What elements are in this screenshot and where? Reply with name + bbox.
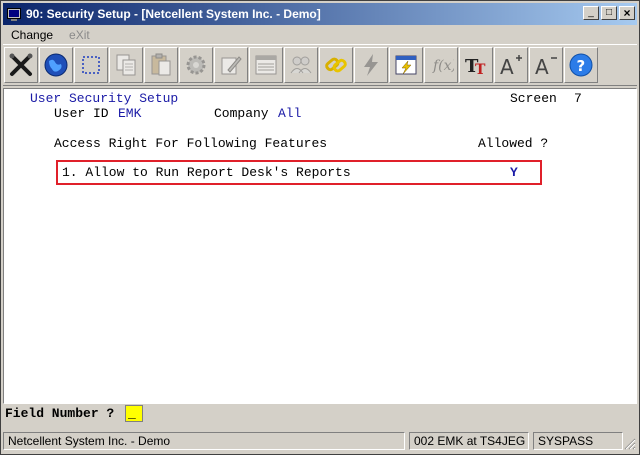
users-tool-button[interactable] <box>284 47 318 83</box>
users-icon <box>290 56 312 74</box>
exit-tool-button[interactable] <box>4 47 38 83</box>
list-tool-button[interactable] <box>249 47 283 83</box>
status-bar: Netcellent System Inc. - Demo 002 EMK at… <box>3 431 637 451</box>
minimize-button[interactable]: _ <box>583 6 599 20</box>
minimize-icon: _ <box>588 7 594 18</box>
font-tool-button[interactable]: TT <box>459 47 493 83</box>
terminal-screen[interactable]: User Security Setup Screen 7 User ID EMK… <box>3 88 637 404</box>
screen-label: Screen <box>510 91 557 106</box>
allowed-header: Allowed ? <box>478 136 549 151</box>
user-id-label: User ID <box>54 106 109 121</box>
svg-text:?: ? <box>577 57 586 75</box>
close-button[interactable]: × <box>619 6 635 20</box>
title-bar[interactable]: 90: Security Setup - [Netcellent System … <box>3 3 637 25</box>
link-tool-button[interactable] <box>319 47 353 83</box>
access-header: Access Right For Following Features <box>54 136 328 151</box>
screen-heading: User Security Setup <box>30 91 179 106</box>
svg-text:A: A <box>500 55 514 78</box>
globe-icon <box>44 53 68 77</box>
lightning-icon <box>364 54 378 76</box>
globe-tool-button[interactable] <box>39 47 73 83</box>
status-session: 002 EMK at TS4JEG <box>409 432 529 450</box>
font-bigger-tool-button[interactable]: A <box>494 47 528 83</box>
user-id-value: EMK <box>118 106 142 121</box>
font-smaller-tool-button[interactable]: A <box>529 47 563 83</box>
company-value: All <box>278 106 302 121</box>
copy-tool-button[interactable] <box>109 47 143 83</box>
app-window: 90: Security Setup - [Netcellent System … <box>0 0 640 455</box>
select-tool-button[interactable] <box>74 47 108 83</box>
svg-text:T: T <box>475 62 486 78</box>
edit-tool-button[interactable] <box>214 47 248 83</box>
function-icon: f(x) <box>432 58 454 74</box>
font-increase-icon: A <box>500 55 522 78</box>
menu-bar: Change eXit <box>3 26 637 44</box>
function-tool-button[interactable]: f(x) <box>424 47 458 83</box>
lightning-tool-button[interactable] <box>354 47 388 83</box>
terminal-app-icon[interactable] <box>6 6 22 22</box>
paste-tool-button[interactable] <box>144 47 178 83</box>
help-tool-button[interactable]: ? <box>564 47 598 83</box>
close-icon: × <box>623 6 631 20</box>
resize-grip-icon[interactable] <box>624 438 636 450</box>
status-company: Netcellent System Inc. - Demo <box>3 432 405 450</box>
svg-text:A: A <box>535 55 549 78</box>
dashed-rect-icon <box>82 56 100 74</box>
menu-exit[interactable]: eXit <box>61 28 98 42</box>
svg-text:f(x): f(x) <box>432 58 454 74</box>
menu-change[interactable]: Change <box>3 28 61 42</box>
window-lightning-icon <box>395 55 417 75</box>
chain-icon <box>325 57 347 73</box>
maximize-icon: □ <box>605 7 613 18</box>
paste-icon <box>151 53 171 76</box>
tt-font-icon: TT <box>465 56 486 78</box>
company-label: Company <box>214 106 269 121</box>
field-number-row: Field Number ? _ <box>3 404 637 426</box>
screen-number: 7 <box>574 91 582 106</box>
x-tools-icon <box>9 53 33 76</box>
copy-icon <box>116 54 136 76</box>
maximize-button[interactable]: □ <box>601 6 617 20</box>
window-title: 90: Security Setup - [Netcellent System … <box>26 7 321 21</box>
feature-allowed-value[interactable]: Y <box>510 165 518 180</box>
toolbar: f(x) TT A A ? <box>3 44 637 86</box>
field-number-label: Field Number ? <box>5 406 115 421</box>
window-tool-button[interactable] <box>389 47 423 83</box>
pencil-doc-icon <box>221 56 242 75</box>
settings-tool-button[interactable] <box>179 47 213 83</box>
feature-label: 1. Allow to Run Report Desk's Reports <box>62 165 351 180</box>
status-database: SYSPASS <box>533 432 623 450</box>
gear-icon <box>186 55 206 75</box>
font-decrease-icon: A <box>535 55 557 78</box>
list-icon <box>255 55 277 75</box>
help-icon: ? <box>569 53 593 77</box>
field-number-input[interactable]: _ <box>125 405 143 422</box>
